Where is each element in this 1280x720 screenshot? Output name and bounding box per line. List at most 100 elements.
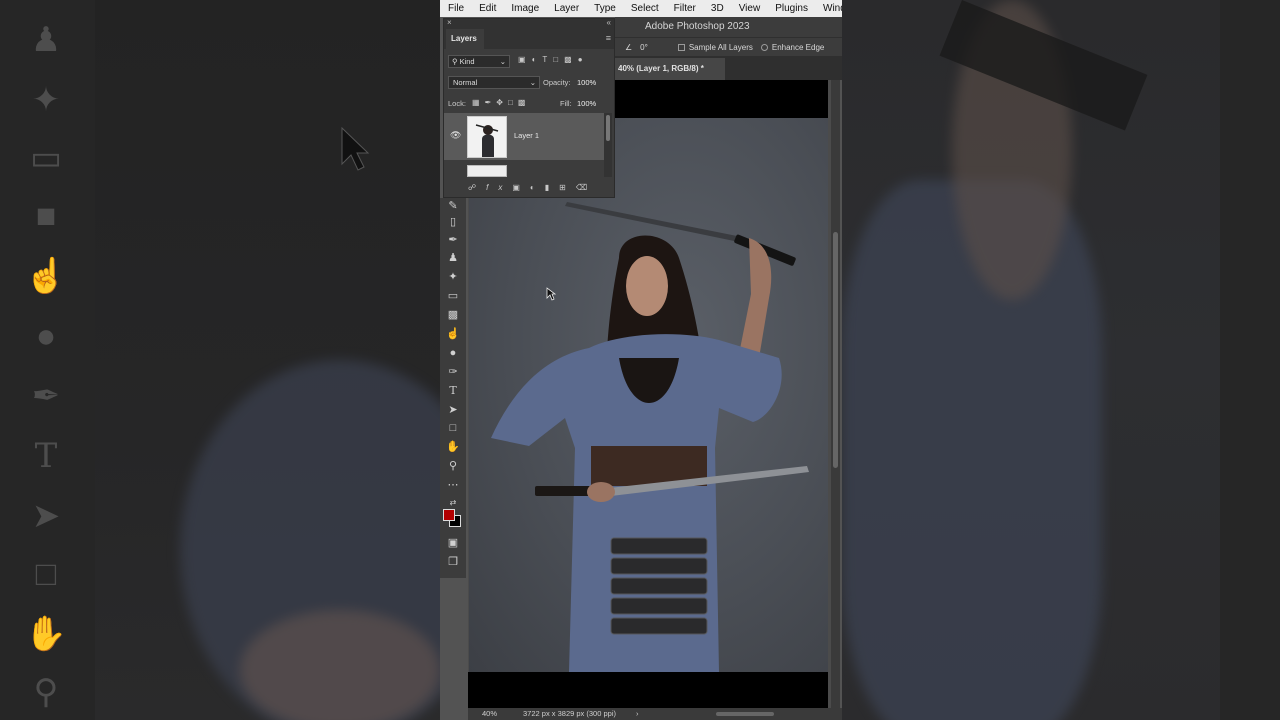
fill-field[interactable]: 100% (577, 99, 596, 108)
horizontal-scroll-thumb[interactable] (716, 712, 774, 716)
smart-filter-icon[interactable]: ▩ (564, 55, 578, 64)
filter-kind-select[interactable]: ⚲ Kind ⌄ (448, 55, 510, 68)
document-tab[interactable]: 40% (Layer 1, RGB/8) * (615, 58, 725, 80)
adjustment-filter-icon[interactable]: ◐ (532, 55, 543, 64)
hand-icon: ✋ (24, 615, 68, 653)
fill-label: Fill: (560, 99, 572, 108)
dodge-icon[interactable]: ● (444, 345, 462, 361)
chevron-down-icon: ⌄ (529, 78, 536, 87)
menu-type[interactable]: Type (586, 3, 623, 14)
zoom-icon[interactable]: ⚲ (444, 458, 462, 474)
collapse-panel-icon[interactable]: « (607, 18, 611, 27)
vertical-scrollbar[interactable] (831, 80, 840, 708)
shape-filter-icon[interactable]: □ (553, 55, 564, 64)
cursor-icon (341, 126, 370, 171)
path-selection-icon[interactable]: ➤ (444, 402, 462, 418)
menu-layer[interactable]: Layer (546, 3, 586, 14)
clone-stamp-icon[interactable]: ♟ (444, 250, 462, 266)
status-bar: 40% 3722 px x 3829 px (300 ppi) › (468, 708, 842, 720)
blend-mode-select[interactable]: Normal ⌄ (448, 76, 540, 89)
gradient-icon: ■ (35, 197, 57, 235)
pen-icon[interactable]: ✑ (444, 364, 462, 380)
menu-edit[interactable]: Edit (471, 3, 503, 14)
stamp-icon: ♟ (30, 21, 62, 59)
menu-view[interactable]: View (731, 3, 768, 14)
menu-bar: File Edit Image Layer Type Select Filter… (440, 0, 842, 17)
hand-icon[interactable]: ✋ (444, 439, 462, 455)
canvas-bottom-band (468, 672, 828, 708)
history-brush-icon[interactable]: ✦ (444, 269, 462, 285)
eraser-icon[interactable]: ▭ (444, 288, 462, 304)
lock-position-icon[interactable]: ✥ (496, 98, 508, 107)
trash-icon[interactable]: ⌫ (576, 183, 597, 192)
vertical-scroll-thumb[interactable] (833, 232, 838, 468)
eye-icon[interactable]: 👁 (450, 130, 461, 141)
brush-icon[interactable]: ✒ (444, 232, 462, 248)
photo-samurai-woman[interactable] (469, 118, 828, 672)
filter-type-icons: ▣◐T□▩● (518, 55, 589, 64)
menu-file[interactable]: File (440, 3, 471, 14)
angle-icon: ∠ (625, 42, 633, 52)
photo-illustration (491, 202, 809, 672)
fx-icon[interactable]: fx (486, 183, 512, 192)
close-panel-icon[interactable]: × (447, 18, 452, 27)
angle-field[interactable]: ∠ 0° (625, 43, 648, 52)
smudge-icon[interactable]: ☝ (444, 326, 462, 342)
lock-all-icon[interactable]: ▩ (518, 98, 531, 107)
menu-filter[interactable]: Filter (666, 3, 703, 14)
layer-thumbnail (467, 116, 507, 158)
background-blur-left: ♟ ✦ ▭ ■ ☝ ● ✒ T ➤ □ ✋ ⚲ (0, 0, 440, 720)
layers-scrollbar[interactable] (604, 113, 612, 177)
new-layer-icon[interactable]: ⊞ (559, 183, 576, 192)
thumbnail-figure (468, 117, 506, 157)
lock-label: Lock: (448, 99, 466, 108)
rectangle-icon[interactable]: □ (444, 420, 462, 436)
adjustment-icon[interactable]: ◐ (530, 183, 545, 192)
lock-icons: ▦✒✥□▩ (472, 98, 530, 107)
type-icon[interactable]: T (444, 383, 462, 399)
face (626, 256, 668, 316)
type-filter-icon[interactable]: T (542, 55, 553, 64)
eraser-icon: ▭ (29, 139, 63, 177)
menu-3d[interactable]: 3D (703, 3, 731, 14)
enhance-edge-checkbox[interactable] (760, 43, 768, 51)
screen-mode-icon[interactable]: ❐ (444, 554, 462, 570)
opacity-field[interactable]: 100% (577, 78, 596, 87)
menu-plugins[interactable]: Plugins (767, 3, 815, 14)
filter-toggle-icon[interactable]: ● (578, 55, 589, 64)
type-icon: T (34, 436, 58, 476)
sample-all-layers-checkbox[interactable] (677, 43, 685, 51)
menu-window[interactable]: Window (815, 3, 842, 14)
background-blur-right (842, 0, 1280, 720)
layers-footer: ☍fx▣◐▮⊞⌫ (444, 179, 614, 197)
menu-image[interactable]: Image (503, 3, 546, 14)
panel-menu-icon[interactable]: ≡ (606, 33, 611, 43)
layers-scroll-thumb[interactable] (606, 115, 610, 141)
healing-brush-icon[interactable]: ▯ (444, 214, 462, 230)
folder-icon[interactable]: ▮ (545, 183, 559, 192)
tab-layers[interactable]: Layers (446, 29, 484, 49)
more-tools-icon[interactable]: ⋯ (444, 477, 462, 493)
blurred-toolbar: ♟ ✦ ▭ ■ ☝ ● ✒ T ➤ □ ✋ ⚲ (0, 0, 95, 720)
layers-tab-row: Layers ≡ (444, 29, 614, 49)
filter-kind-label: Kind (459, 57, 475, 66)
link-icon[interactable]: ☍ (468, 183, 486, 192)
mask-icon[interactable]: ▣ (512, 183, 530, 192)
angle-value: 0° (640, 42, 648, 52)
lock-pixels-icon[interactable]: ✒ (485, 98, 497, 107)
lock-transparent-icon[interactable]: ▦ (472, 98, 485, 107)
status-menu-arrow[interactable]: › (636, 708, 639, 720)
lock-artboard-icon[interactable]: □ (508, 98, 518, 107)
layer-name[interactable]: Layer 1 (514, 131, 539, 140)
spot-healing-icon[interactable]: ✎ (444, 198, 462, 214)
pixel-filter-icon[interactable]: ▣ (518, 55, 532, 64)
armor-plates (610, 537, 708, 635)
gradient-icon[interactable]: ▩ (444, 307, 462, 323)
quick-mask-icon[interactable]: ▣ (444, 535, 462, 551)
menu-select[interactable]: Select (623, 3, 666, 14)
layer-row[interactable]: 👁 Layer 1 (444, 113, 604, 160)
history-brush-icon: ✦ (31, 81, 61, 119)
foreground-color-swatch[interactable] (443, 509, 455, 521)
zoom-level[interactable]: 40% (482, 708, 497, 720)
rectangle-icon: □ (35, 555, 57, 593)
